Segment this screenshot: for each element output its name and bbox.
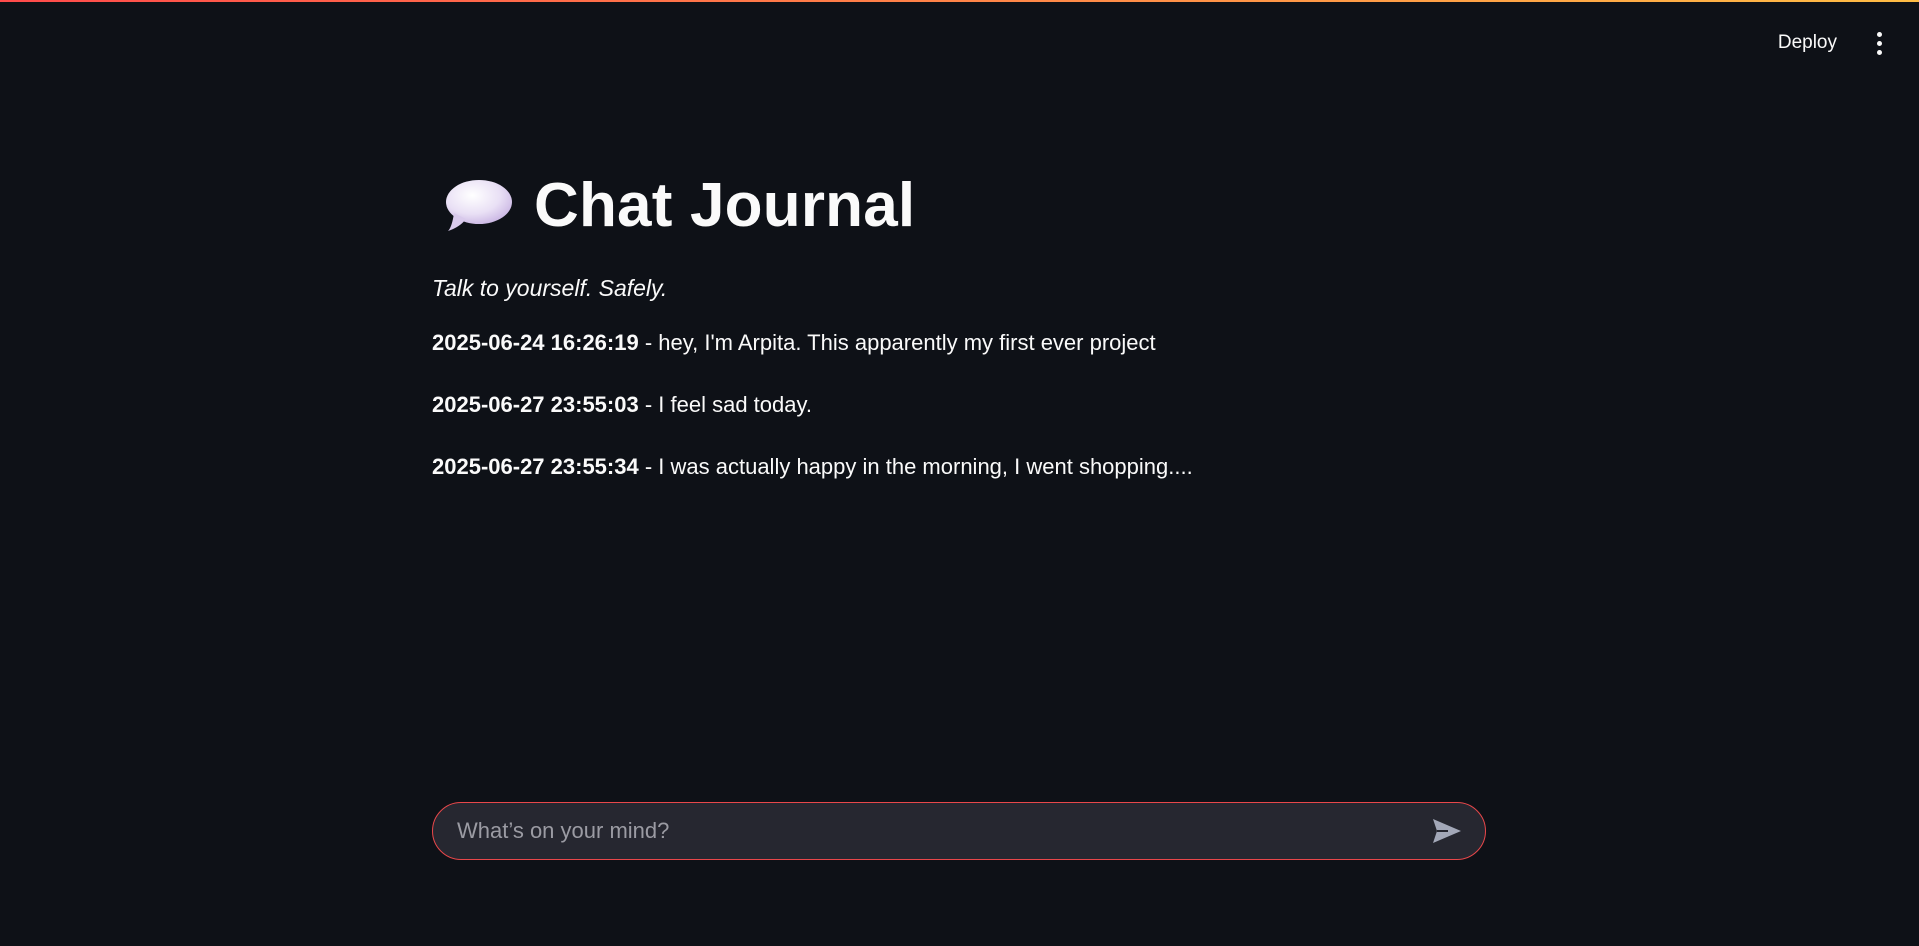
more-vertical-icon [1876,31,1882,37]
entry-separator: - [638,392,659,417]
speech-bubble-icon [444,177,512,235]
chat-input-container [432,802,1486,860]
more-vertical-icon-dot [1876,49,1882,55]
entry-text: I feel sad today. [658,392,812,417]
entry-timestamp: 2025-06-24 16:26:19 [432,330,639,355]
main-content: Chat Journal Talk to yourself. Safely. 2… [432,170,1488,514]
entry-text: hey, I'm Arpita. This apparently my firs… [658,330,1156,355]
entry-timestamp: 2025-06-27 23:55:34 [432,454,639,479]
entry-text: I was actually happy in the morning, I w… [658,454,1193,479]
journal-entry: 2025-06-27 23:55:34 - I was actually hap… [432,452,1488,514]
journal-entry: 2025-06-24 16:26:19 - hey, I'm Arpita. T… [432,328,1488,390]
app-toolbar: Deploy [1770,26,1891,60]
main-menu-button[interactable] [1867,28,1891,58]
entry-timestamp: 2025-06-27 23:55:03 [432,392,639,417]
page-title: Chat Journal [534,171,916,240]
top-decoration-stripe [0,0,1919,2]
page-tagline: Talk to yourself. Safely. [432,275,668,301]
title-row: Chat Journal [444,170,1488,241]
send-button[interactable] [1427,811,1467,851]
chat-input[interactable] [433,817,1427,845]
entry-separator: - [638,454,659,479]
more-vertical-icon-dot [1876,40,1882,46]
journal-entries: 2025-06-24 16:26:19 - hey, I'm Arpita. T… [432,328,1488,514]
send-icon [1433,819,1461,843]
entry-separator: - [638,330,659,355]
deploy-button[interactable]: Deploy [1770,26,1845,60]
journal-entry: 2025-06-27 23:55:03 - I feel sad today. [432,390,1488,452]
